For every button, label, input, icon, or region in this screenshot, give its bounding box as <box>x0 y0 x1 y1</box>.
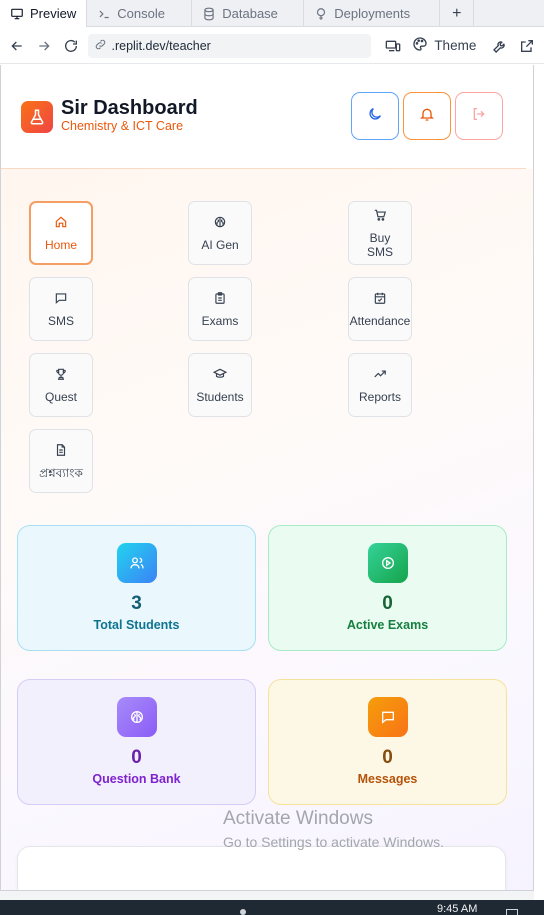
nav-label: Reports <box>358 389 402 404</box>
moon-icon <box>367 106 383 127</box>
content-card <box>17 846 506 890</box>
nav-attendance[interactable]: Attendance <box>348 277 412 341</box>
browser-tab-bar: Preview Console Database Deployments + <box>0 0 544 27</box>
app-header: Sir Dashboard Chemistry & ICT Care <box>0 65 526 169</box>
notifications-button[interactable] <box>403 92 451 140</box>
nav-reports[interactable]: Reports <box>348 353 412 417</box>
trending-up-icon <box>373 367 387 384</box>
tab-label: Database <box>222 6 278 21</box>
stat-label: Total Students <box>93 618 180 632</box>
stat-value: 0 <box>382 593 393 614</box>
deploy-icon <box>314 7 328 21</box>
monitor-icon <box>10 7 24 21</box>
stat-card-question-bank[interactable]: 0 Question Bank <box>17 679 256 805</box>
nav-question-bank[interactable]: প্রশ্নব্যাংক <box>29 429 93 493</box>
palette-icon <box>412 36 428 55</box>
window-bottom-border <box>0 890 534 900</box>
tab-preview[interactable]: Preview <box>0 0 88 27</box>
graduation-cap-icon <box>212 367 228 384</box>
nav-label: Quest <box>44 389 77 404</box>
stat-card-active-exams[interactable]: 0 Active Exams <box>268 525 507 651</box>
stat-value: 0 <box>382 747 393 768</box>
theme-label: Theme <box>434 38 477 53</box>
stat-value: 0 <box>131 747 142 768</box>
tab-database[interactable]: Database <box>192 0 305 27</box>
refresh-icon[interactable] <box>60 33 83 59</box>
forward-arrow-icon[interactable] <box>33 33 56 59</box>
nav-label: SMS <box>47 313 74 328</box>
nav-label: Attendance <box>349 313 411 328</box>
file-text-icon <box>54 443 68 460</box>
page-title: Sir Dashboard <box>61 97 198 119</box>
watermark-subtitle: Go to Settings to activate Windows. <box>223 834 444 850</box>
tab-label: Deployments <box>334 6 411 21</box>
brain-icon <box>213 215 227 232</box>
taskbar-app-icon[interactable] <box>240 909 246 915</box>
play-circle-icon <box>367 543 408 583</box>
logout-button[interactable] <box>455 92 503 140</box>
wrench-icon[interactable] <box>488 33 511 59</box>
home-icon <box>54 215 68 232</box>
nav-sms[interactable]: SMS <box>29 277 93 341</box>
window-border <box>0 65 1 890</box>
url-text: .replit.dev/teacher <box>111 38 211 53</box>
trophy-icon <box>54 367 68 384</box>
taskbar-clock[interactable]: 9:45 AM <box>437 904 477 915</box>
nav-ai-gen[interactable]: AI Gen <box>188 201 252 265</box>
stat-label: Messages <box>357 772 418 786</box>
cart-icon <box>373 208 387 225</box>
nav-home[interactable]: Home <box>29 201 93 265</box>
nav-buy-sms[interactable]: Buy SMS <box>348 201 412 265</box>
message-icon <box>54 291 68 308</box>
page-subtitle: Chemistry & ICT Care <box>61 119 184 133</box>
tab-deployments[interactable]: Deployments <box>304 0 441 27</box>
database-icon <box>202 7 216 21</box>
brain-icon <box>116 697 157 737</box>
watermark-title: Activate Windows <box>223 808 373 829</box>
activation-watermark: Activate Windows Go to Settings to activ… <box>223 808 444 850</box>
back-arrow-icon[interactable] <box>6 33 29 59</box>
nav-label: Students <box>196 389 244 404</box>
nav-label: Exams <box>201 313 239 328</box>
tab-console[interactable]: Console <box>87 0 193 27</box>
nav-quest[interactable]: Quest <box>29 353 93 417</box>
nav-label: Home <box>44 237 77 252</box>
address-bar: .replit.dev/teacher Theme <box>0 28 544 64</box>
bell-icon <box>419 106 435 127</box>
message-icon <box>367 697 408 737</box>
external-link-icon[interactable] <box>515 33 538 59</box>
nav-exams[interactable]: Exams <box>188 277 252 341</box>
app-viewport: Sir Dashboard Chemistry & ICT Care Home … <box>0 65 534 890</box>
stat-value: 3 <box>131 593 142 614</box>
nav-students[interactable]: Students <box>188 353 252 417</box>
link-icon <box>94 38 107 54</box>
stat-card-messages[interactable]: 0 Messages <box>268 679 507 805</box>
dark-mode-button[interactable] <box>351 92 399 140</box>
devices-icon[interactable] <box>381 33 404 59</box>
stat-label: Active Exams <box>346 618 429 632</box>
flask-icon <box>21 101 53 133</box>
tab-label: Preview <box>30 6 77 21</box>
logout-icon <box>471 106 487 127</box>
users-icon <box>116 543 157 583</box>
stat-card-total-students[interactable]: 3 Total Students <box>17 525 256 651</box>
nav-label: প্রশ্নব্যাংক <box>39 465 83 480</box>
nav-label: AI Gen <box>201 237 239 252</box>
clipboard-icon <box>213 291 227 308</box>
theme-button[interactable]: Theme <box>408 36 480 55</box>
calendar-check-icon <box>373 291 387 308</box>
notification-icon[interactable] <box>506 909 518 915</box>
terminal-icon <box>97 7 111 21</box>
tab-label: Console <box>117 6 165 21</box>
stat-label: Question Bank <box>92 772 181 786</box>
add-tab-button[interactable]: + <box>440 0 475 27</box>
url-field[interactable]: .replit.dev/teacher <box>88 33 372 58</box>
nav-label: Buy SMS <box>366 230 393 259</box>
